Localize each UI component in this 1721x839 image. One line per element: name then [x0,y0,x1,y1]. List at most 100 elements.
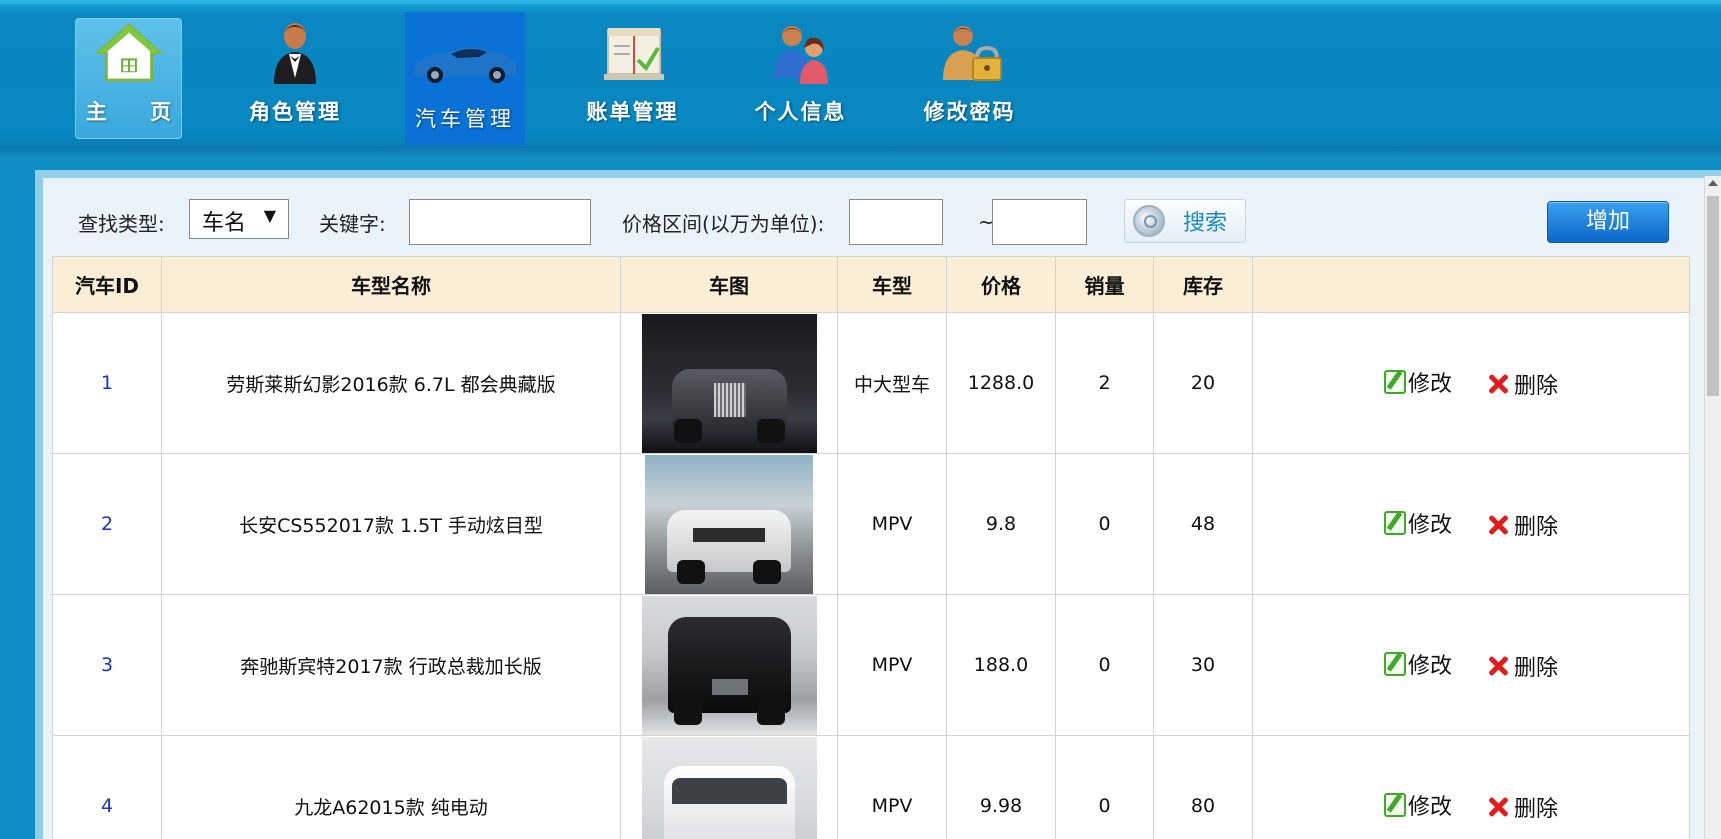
nav-change-password[interactable]: 修改密码 [912,13,1027,138]
edit-label: 修改 [1407,795,1452,820]
search-button-label: 搜索 [1183,211,1228,236]
car-icon [413,47,517,83]
nav-car-management-label: 汽车管理 [415,107,515,131]
delete-label: 删除 [1514,374,1559,399]
search-icon [1133,205,1165,237]
edit-button[interactable]: 修改 [1383,366,1452,398]
car-photo [641,736,817,839]
car-id-link[interactable]: 4 [52,735,162,839]
car-type: MPV [837,735,947,839]
car-sales: 2 [1055,312,1154,454]
delete-label: 删除 [1514,656,1559,681]
car-name: 劳斯莱斯幻影2016款 6.7L 都会典藏版 [161,312,621,454]
nav-role-management[interactable]: 角色管理 [240,13,350,138]
car-price: 188.0 [946,594,1056,736]
nav-change-password-label: 修改密码 [923,100,1016,124]
car-photo [641,313,817,453]
nav-personal-info-label: 个人信息 [754,100,847,124]
search-type-select[interactable]: 车名 ▼ [189,199,289,239]
table-row: 4 九龙A62015款 纯电动 MPV 9.98 0 80 修改 删除 [52,735,1690,839]
car-price: 9.98 [946,735,1056,839]
column-header-id: 汽车ID [52,256,162,313]
top-nav-bar: 主 页 角色管理 汽车管理 账单管理 个人信息 修改密码 [0,0,1721,152]
table-row: 3 奔驰斯宾特2017款 行政总裁加长版 MPV 188.0 0 30 修改 删… [52,594,1690,736]
car-name: 九龙A62015款 纯电动 [161,735,621,839]
car-type: 中大型车 [837,312,947,454]
delete-button[interactable]: 删除 [1488,650,1558,682]
search-button[interactable]: 搜索 [1124,199,1246,243]
column-header-actions [1252,256,1690,313]
column-header-image: 车图 [620,256,838,313]
car-image-cell [620,594,838,736]
row-actions: 修改 删除 [1252,312,1690,454]
price-max-input[interactable] [992,199,1087,245]
table-row: 2 长安CS552017款 1.5T 手动炫目型 MPV 9.8 0 48 修改… [52,453,1690,595]
price-range-label: 价格区间(以万为单位): [622,212,825,236]
car-image-cell [620,453,838,595]
car-id-link[interactable]: 3 [52,594,162,736]
delete-button[interactable]: 删除 [1488,509,1558,541]
edit-button[interactable]: 修改 [1383,648,1452,680]
car-table: 汽车ID 车型名称 车图 车型 价格 销量 库存 1 劳斯莱斯幻影2016款 6… [52,256,1690,839]
scroll-up-arrow-icon[interactable] [1708,180,1718,186]
nav-home[interactable]: 主 页 [75,18,182,139]
car-price: 9.8 [946,453,1056,595]
column-header-price: 价格 [946,256,1056,313]
search-type-label: 查找类型: [78,212,165,236]
home-icon [94,22,163,82]
car-photo [645,454,813,594]
edit-icon [1383,793,1406,817]
delete-label: 删除 [1514,797,1559,822]
edit-icon [1383,511,1406,535]
row-actions: 修改 删除 [1252,594,1690,736]
nav-bill-management[interactable]: 账单管理 [575,13,690,138]
car-id-link[interactable]: 2 [52,453,162,595]
table-header-row: 汽车ID 车型名称 车图 车型 价格 销量 库存 [52,256,1690,313]
edit-label: 修改 [1407,372,1452,397]
car-id-link[interactable]: 1 [52,312,162,454]
search-type-value: 车名 [202,211,247,236]
edit-button[interactable]: 修改 [1383,507,1452,539]
delete-button[interactable]: 删除 [1488,368,1558,400]
car-type: MPV [837,594,947,736]
car-name: 奔驰斯宾特2017款 行政总裁加长版 [161,594,621,736]
car-sales: 0 [1055,594,1154,736]
nav-bill-management-label: 账单管理 [586,100,679,124]
row-actions: 修改 删除 [1252,735,1690,839]
users-icon [773,26,828,84]
keyword-label: 关键字: [319,212,386,236]
car-sales: 0 [1055,453,1154,595]
row-actions: 修改 删除 [1252,453,1690,595]
car-photo [641,595,817,735]
delete-icon [1488,515,1508,535]
add-car-button[interactable]: 增加 [1547,201,1669,243]
nav-role-management-label: 角色管理 [249,100,341,124]
car-stock: 20 [1153,312,1253,454]
nav-personal-info[interactable]: 个人信息 [743,13,858,138]
person-lock-icon [942,26,1002,81]
car-stock: 30 [1153,594,1253,736]
column-header-type: 车型 [837,256,947,313]
car-sales: 0 [1055,735,1154,839]
keyword-input[interactable] [409,199,591,245]
car-type: MPV [837,453,947,595]
ledger-icon [603,28,664,80]
table-row: 1 劳斯莱斯幻影2016款 6.7L 都会典藏版 中大型车 1288.0 2 2… [52,312,1690,454]
edit-button[interactable]: 修改 [1383,789,1452,821]
delete-button[interactable]: 删除 [1488,791,1558,823]
column-header-sales: 销量 [1055,256,1154,313]
edit-label: 修改 [1407,513,1452,538]
price-min-input[interactable] [849,199,943,245]
edit-icon [1383,370,1406,394]
nav-car-management[interactable]: 汽车管理 [405,12,525,145]
column-header-stock: 库存 [1153,256,1253,313]
edit-icon [1383,652,1406,676]
scroll-thumb[interactable] [1707,196,1719,396]
car-image-cell [620,312,838,454]
column-header-name: 车型名称 [161,256,621,313]
car-stock: 48 [1153,453,1253,595]
content-area: 查找类型: 车名 ▼ 关键字: 价格区间(以万为单位): ~ 搜索 增加 汽车I… [43,178,1721,839]
delete-label: 删除 [1514,515,1559,540]
page-scrollbar[interactable] [1704,176,1721,839]
car-name: 长安CS552017款 1.5T 手动炫目型 [161,453,621,595]
